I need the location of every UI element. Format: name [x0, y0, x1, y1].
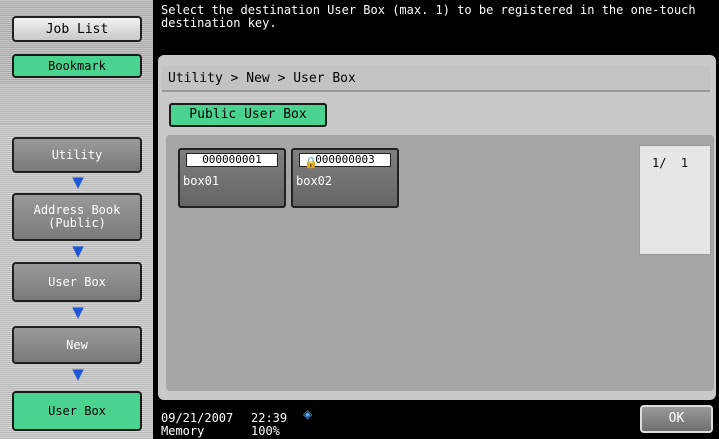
breadcrumb: Utility > New > User Box	[162, 66, 710, 92]
flow-address-book-button[interactable]: Address Book (Public)	[12, 193, 142, 241]
box-number: 000000001	[186, 153, 278, 167]
job-list-button[interactable]: Job List	[12, 16, 142, 42]
box-number: 🔒 000000003	[299, 153, 391, 169]
status-date: 09/21/2007	[161, 411, 234, 425]
sidebar-gap-band	[0, 84, 153, 124]
arrow-down-icon: ▼	[72, 365, 84, 383]
lock-icon: 🔒	[304, 156, 318, 169]
page-indicator: 1/ 1	[639, 145, 711, 255]
instruction-message: Select the destination User Box (max. 1)…	[153, 0, 719, 50]
flow-user-box-button[interactable]: User Box	[12, 262, 142, 302]
arrow-down-icon: ▼	[72, 173, 84, 191]
flow-current-user-box-button[interactable]: User Box	[12, 391, 142, 431]
arrow-down-icon: ▼	[72, 242, 84, 260]
status-bar: 09/21/2007 22:39 ◈ Memory 100% OK	[153, 402, 719, 439]
bookmark-button[interactable]: Bookmark	[12, 54, 142, 78]
flow-new-button[interactable]: New	[12, 326, 142, 364]
public-user-box-tab[interactable]: Public User Box	[169, 103, 327, 127]
box-name: box01	[183, 174, 220, 188]
memory-value: 100%	[251, 424, 280, 438]
arrow-down-icon: ▼	[72, 303, 84, 321]
memory-label: Memory	[161, 424, 205, 438]
ok-button[interactable]: OK	[640, 405, 713, 433]
network-icon: ◈	[303, 407, 313, 421]
user-box-item[interactable]: 🔒 000000003 box02	[291, 148, 399, 208]
left-sidebar: Job List Bookmark Utility ▼ Address Book…	[0, 0, 153, 439]
box-number-text: 000000003	[315, 153, 375, 166]
status-time: 22:39	[251, 411, 288, 425]
page-counter: 1/ 1	[652, 156, 689, 170]
flow-utility-button[interactable]: Utility	[12, 137, 142, 173]
user-box-item[interactable]: 000000001 box01	[178, 148, 286, 208]
box-name: box02	[296, 174, 333, 188]
